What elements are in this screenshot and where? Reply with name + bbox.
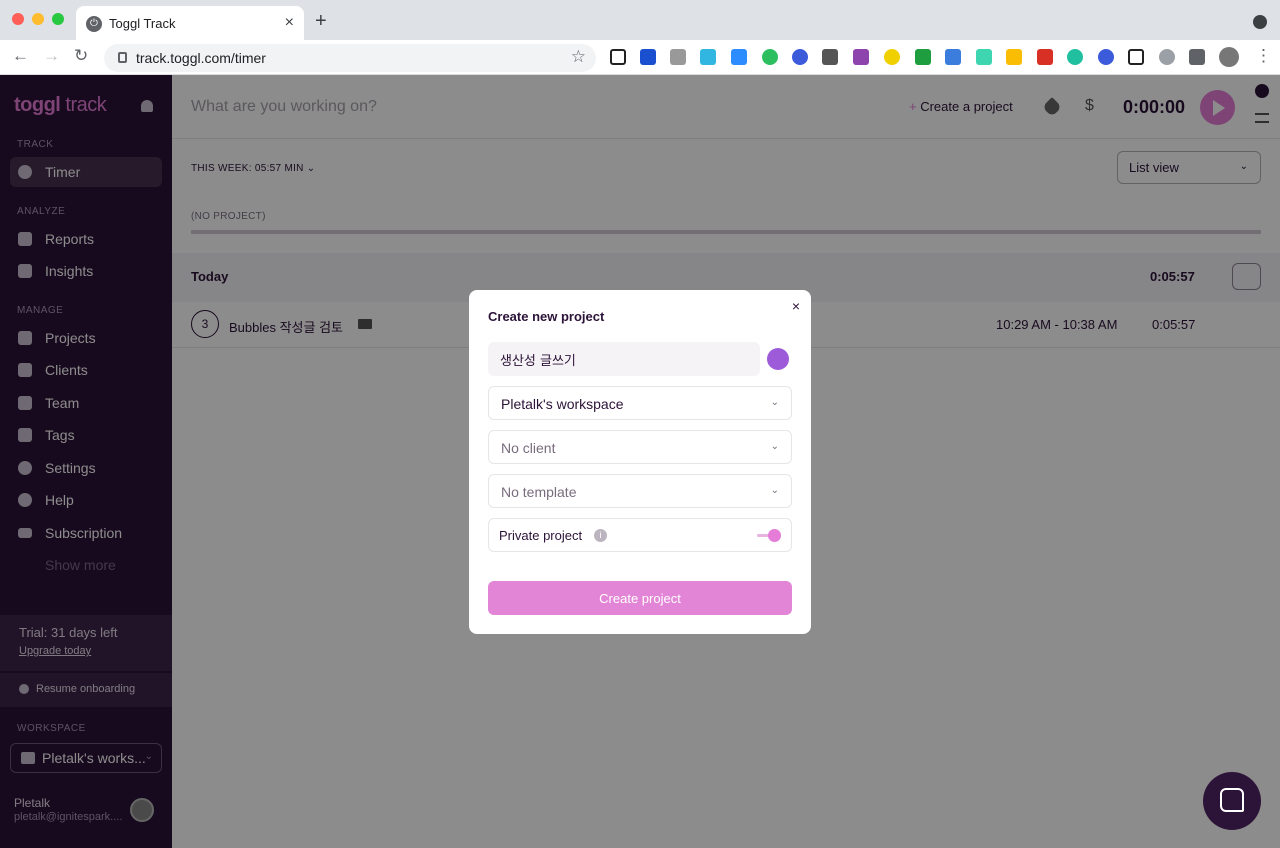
close-window-button[interactable] <box>12 13 24 25</box>
lock-icon <box>118 52 127 63</box>
extension-icon[interactable] <box>1128 49 1144 65</box>
new-tab-button[interactable]: + <box>315 10 327 33</box>
extension-icon[interactable] <box>792 49 808 65</box>
close-icon[interactable]: × <box>792 298 800 314</box>
chevron-down-icon: ⌄ <box>770 397 779 408</box>
tab-close-icon[interactable]: × <box>285 14 294 32</box>
profile-avatar-icon[interactable] <box>1219 47 1239 67</box>
url-text: track.toggl.com/timer <box>136 50 266 66</box>
chevron-down-icon: ⌄ <box>770 441 779 452</box>
toggl-extension-icon[interactable] <box>1159 49 1175 65</box>
template-value: No template <box>501 484 577 500</box>
google-drive-extension-icon[interactable] <box>1006 49 1022 65</box>
support-chat-button[interactable] <box>1203 772 1261 830</box>
tab-title: Toggl Track <box>109 16 176 31</box>
extension-icon[interactable] <box>945 49 961 65</box>
client-value: No client <box>501 440 556 456</box>
create-project-dialog: Create new project × Pletalk's workspace… <box>469 290 811 634</box>
dialog-title: Create new project <box>488 309 605 324</box>
bookmark-star-icon[interactable]: ☆ <box>571 47 586 67</box>
browser-tab[interactable]: ⏻ Toggl Track × <box>76 6 304 40</box>
extension-icon[interactable] <box>915 49 931 65</box>
create-project-submit-button[interactable]: Create project <box>488 581 792 615</box>
info-icon[interactable]: i <box>594 529 607 542</box>
browser-tab-strip: ⏻ Toggl Track × + <box>0 0 1280 40</box>
private-project-label: Private project <box>499 528 583 543</box>
minimize-window-button[interactable] <box>32 13 44 25</box>
puzzle-icon[interactable] <box>1189 49 1205 65</box>
back-icon[interactable]: ← <box>12 46 29 66</box>
zoom-extension-icon[interactable] <box>731 49 747 65</box>
tab-search-icon[interactable] <box>1253 15 1267 29</box>
extension-icon[interactable] <box>700 49 716 65</box>
notion-extension-icon[interactable] <box>610 49 626 65</box>
extension-icon[interactable] <box>640 49 656 65</box>
project-color-picker[interactable] <box>767 348 789 370</box>
extension-icon[interactable] <box>1037 49 1053 65</box>
extension-icon[interactable] <box>884 49 900 65</box>
template-select[interactable]: No template ⌄ <box>488 474 792 508</box>
workspace-select[interactable]: Pletalk's workspace ⌄ <box>488 386 792 420</box>
camera-extension-icon[interactable] <box>670 49 686 65</box>
extension-icon[interactable] <box>853 49 869 65</box>
reload-icon[interactable]: ↻ <box>74 46 88 66</box>
chevron-down-icon: ⌄ <box>770 485 779 496</box>
extension-icon[interactable] <box>1098 49 1114 65</box>
project-name-input[interactable] <box>488 342 760 376</box>
address-bar[interactable]: track.toggl.com/timer ☆ <box>104 44 596 72</box>
private-toggle[interactable] <box>768 529 781 542</box>
forward-icon[interactable]: → <box>43 46 60 66</box>
extension-icon[interactable] <box>822 49 838 65</box>
toggl-favicon-icon: ⏻ <box>86 16 102 32</box>
browser-menu-icon[interactable]: ⋮ <box>1255 46 1272 66</box>
private-project-row: Private project i <box>488 518 792 552</box>
chat-icon <box>1220 788 1244 812</box>
extension-icon[interactable] <box>1067 49 1083 65</box>
browser-toolbar: ← → ↻ track.toggl.com/timer ☆ ⋮ <box>0 40 1280 75</box>
workspace-value: Pletalk's workspace <box>501 396 624 412</box>
client-select[interactable]: No client ⌄ <box>488 430 792 464</box>
maximize-window-button[interactable] <box>52 13 64 25</box>
evernote-extension-icon[interactable] <box>762 49 778 65</box>
extension-icon[interactable] <box>976 49 992 65</box>
